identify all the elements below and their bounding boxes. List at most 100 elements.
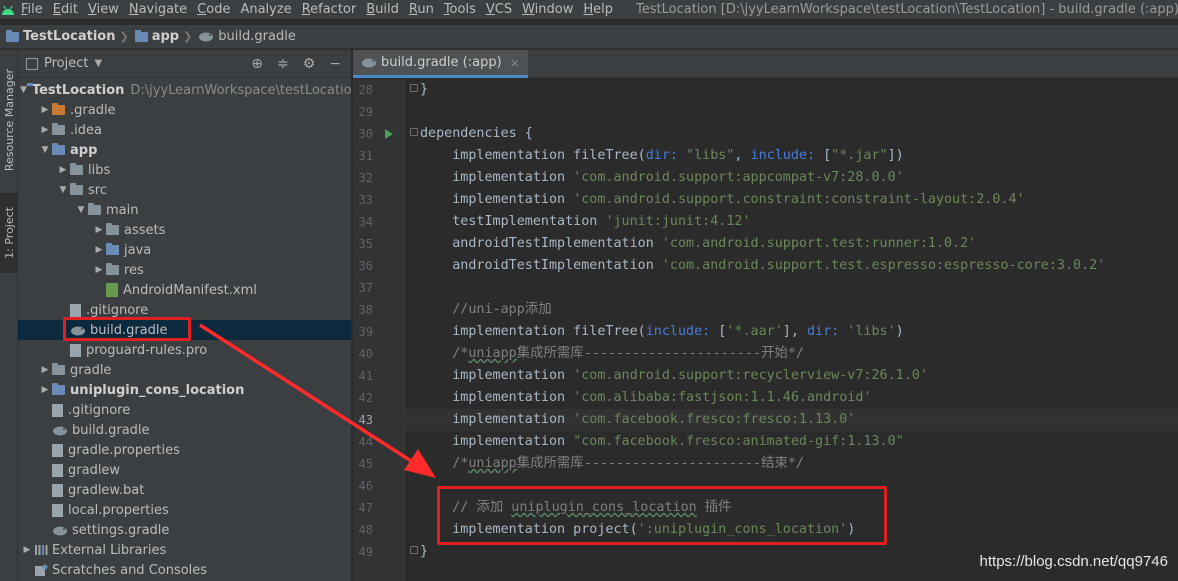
- chevron-down-icon[interactable]: ▼: [20, 85, 27, 95]
- menu-refactor[interactable]: Refactor: [297, 2, 362, 17]
- chevron-right-icon[interactable]: ▶: [92, 265, 106, 275]
- menu-code[interactable]: Code: [192, 2, 235, 17]
- code-line[interactable]: implementation "com.facebook.fresco:anim…: [406, 431, 1178, 453]
- tree-item[interactable]: ▼ TestLocation D:\jyyLearnWorkspace\testLo…: [18, 80, 351, 100]
- chevron-right-icon[interactable]: ▶: [56, 165, 70, 175]
- file-icon: [70, 343, 81, 357]
- menu-edit[interactable]: Edit: [48, 2, 83, 17]
- code-token: [: [823, 148, 832, 163]
- tree-item[interactable]: ▼ main: [18, 200, 351, 220]
- resource-manager-tab[interactable]: Resource Manager: [0, 58, 18, 183]
- tree-item[interactable]: local.properties: [18, 500, 351, 520]
- tree-item[interactable]: settings.gradle: [18, 520, 351, 540]
- chevron-down-icon[interactable]: ▼: [74, 205, 88, 215]
- tree-item[interactable]: gradlew.bat: [18, 480, 351, 500]
- gear-icon[interactable]: ⚙: [303, 56, 316, 72]
- menu-mnemonic: R: [301, 2, 311, 17]
- code-line[interactable]: androidTestImplementation 'com.android.s…: [406, 255, 1178, 277]
- tree-item[interactable]: ▶ res: [18, 260, 351, 280]
- file-icon: [52, 463, 63, 477]
- code-line[interactable]: implementation 'com.android.support.cons…: [406, 189, 1178, 211]
- project-tool-tab[interactable]: 1: Project: [0, 193, 18, 273]
- menu-navigate[interactable]: Navigate: [124, 2, 192, 17]
- menu-window[interactable]: Window: [517, 2, 578, 17]
- chevron-right-icon[interactable]: ▶: [38, 125, 52, 135]
- code-line[interactable]: dependencies {: [406, 123, 1178, 145]
- code-line[interactable]: [406, 101, 1178, 123]
- chevron-down-icon[interactable]: ▼: [38, 145, 52, 155]
- run-gutter-icon[interactable]: [385, 129, 393, 139]
- chevron-right-icon[interactable]: ▶: [92, 245, 106, 255]
- menu-run[interactable]: Run: [404, 2, 439, 17]
- menu-help[interactable]: Help: [578, 2, 618, 17]
- tree-item[interactable]: ▼ src: [18, 180, 351, 200]
- code-line[interactable]: androidTestImplementation 'com.android.s…: [406, 233, 1178, 255]
- code-string: "*.jar": [831, 148, 888, 163]
- tree-item[interactable]: AndroidManifest.xml: [18, 280, 351, 300]
- tree-item-label: gradle.properties: [68, 442, 180, 458]
- tree-item[interactable]: build.gradle: [18, 420, 351, 440]
- tree-item-label: .gitignore: [68, 402, 131, 418]
- fold-marker-icon[interactable]: [410, 84, 418, 92]
- chevron-right-icon[interactable]: ▶: [20, 545, 34, 555]
- menu-tools[interactable]: Tools: [439, 2, 481, 17]
- chevron-down-icon[interactable]: ▼: [94, 58, 102, 69]
- chevron-right-icon[interactable]: ▶: [92, 225, 106, 235]
- code-line[interactable]: implementation 'com.facebook.fresco:fres…: [406, 409, 1178, 431]
- code-token: testImplementation: [420, 214, 606, 229]
- code-line[interactable]: //uni-app添加: [406, 299, 1178, 321]
- close-icon[interactable]: ×: [510, 56, 520, 70]
- tree-item[interactable]: .gitignore: [18, 400, 351, 420]
- chevron-right-icon[interactable]: ▶: [38, 105, 52, 115]
- tree-item[interactable]: ▶ assets: [18, 220, 351, 240]
- menu-label: ools: [449, 2, 476, 17]
- code-comment: uniapp: [468, 346, 517, 361]
- line-number: 38: [358, 303, 373, 317]
- code-line[interactable]: implementation fileTree(dir: "libs", inc…: [406, 145, 1178, 167]
- fold-marker-icon[interactable]: [410, 128, 418, 136]
- menu-analyze[interactable]: Analyze: [235, 2, 296, 17]
- highlight-box-build-gradle: [63, 317, 191, 341]
- code-line[interactable]: implementation 'com.android.support:appc…: [406, 167, 1178, 189]
- menu-view[interactable]: View: [83, 2, 124, 17]
- tree-item[interactable]: ▶ gradle: [18, 360, 351, 380]
- tree-item[interactable]: ▶ libs: [18, 160, 351, 180]
- chevron-down-icon[interactable]: ▼: [56, 185, 70, 195]
- tree-item[interactable]: Scratches and Consoles: [18, 560, 351, 580]
- code-line[interactable]: /*uniapp集成所需库----------------------结束*/: [406, 453, 1178, 475]
- tree-item[interactable]: ▶ .gradle: [18, 100, 351, 120]
- code-line[interactable]: implementation fileTree(include: ['*.aar…: [406, 321, 1178, 343]
- menu-build[interactable]: Build: [361, 2, 404, 17]
- editor-tab-build-gradle[interactable]: build.gradle (:app) ×: [353, 50, 528, 78]
- breadcrumb-project[interactable]: TestLocation ❯: [6, 29, 135, 44]
- code-line[interactable]: implementation 'com.android.support:recy…: [406, 365, 1178, 387]
- project-view-selector[interactable]: Project: [44, 56, 88, 71]
- tree-item-label: main: [106, 202, 139, 218]
- tree-item[interactable]: ▶ .idea: [18, 120, 351, 140]
- code-line[interactable]: testImplementation 'junit:junit:4.12': [406, 211, 1178, 233]
- collapse-all-icon[interactable]: ≑: [277, 56, 289, 72]
- tree-item[interactable]: gradlew: [18, 460, 351, 480]
- tree-item[interactable]: ▼ app: [18, 140, 351, 160]
- code-line[interactable]: implementation 'com.alibaba:fastjson:1.1…: [406, 387, 1178, 409]
- code-line[interactable]: /*uniapp集成所需库----------------------开始*/: [406, 343, 1178, 365]
- tree-item[interactable]: ▶ External Libraries: [18, 540, 351, 560]
- line-number: 30: [358, 127, 373, 141]
- breadcrumb-module[interactable]: app ❯: [134, 29, 199, 44]
- tree-item[interactable]: gradle.properties: [18, 440, 351, 460]
- chevron-right-icon[interactable]: ▶: [38, 385, 52, 395]
- tree-item[interactable]: ▶ java: [18, 240, 351, 260]
- menu-vcs[interactable]: VCS: [481, 2, 517, 17]
- tree-item-label: .gradle: [70, 102, 116, 118]
- code-line[interactable]: }: [406, 79, 1178, 101]
- locate-file-icon[interactable]: ⊕: [251, 56, 263, 72]
- code-line[interactable]: [406, 277, 1178, 299]
- tree-item[interactable]: proguard-rules.pro: [18, 340, 351, 360]
- menu-file[interactable]: File: [16, 2, 48, 17]
- chevron-right-icon[interactable]: ▶: [38, 365, 52, 375]
- hide-icon[interactable]: −: [329, 56, 341, 72]
- breadcrumb-file[interactable]: build.gradle: [198, 29, 296, 44]
- fold-marker-icon[interactable]: [410, 546, 418, 554]
- line-number: 37: [358, 281, 373, 295]
- tree-item[interactable]: ▶ uniplugin_cons_location: [18, 380, 351, 400]
